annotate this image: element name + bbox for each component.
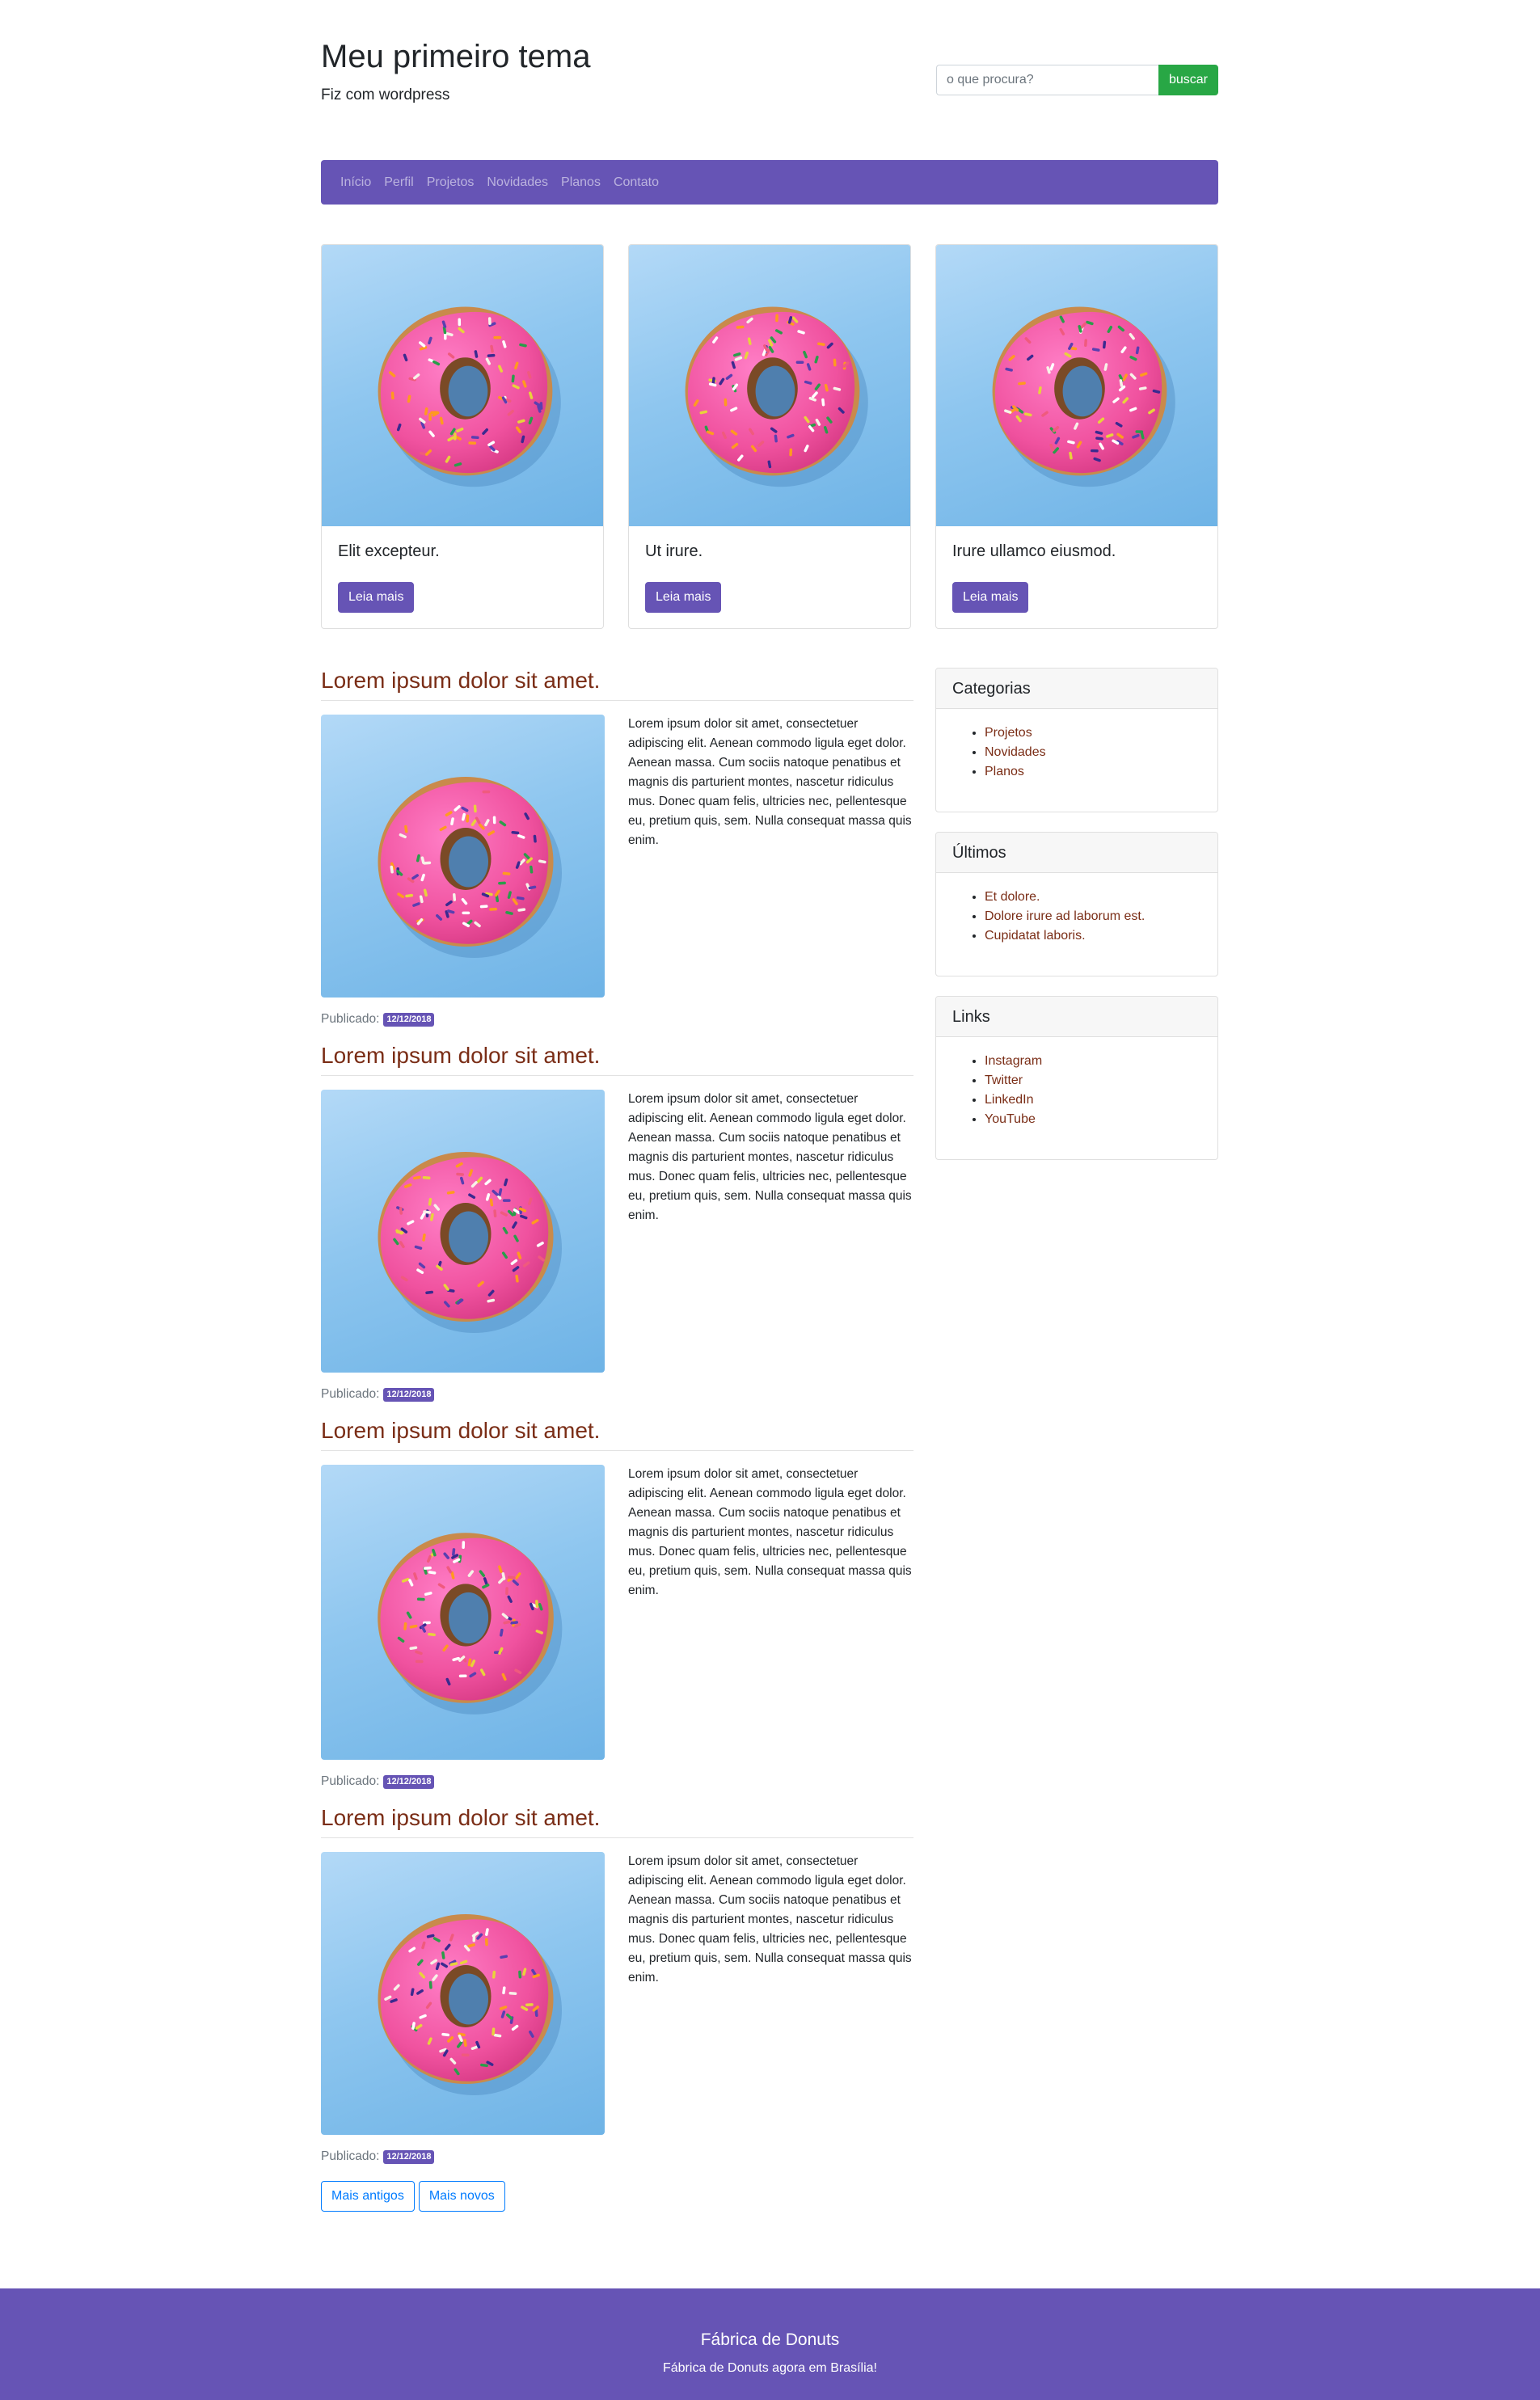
footer-title: Fábrica de Donuts bbox=[700, 2330, 840, 2349]
search-form: buscar bbox=[936, 65, 1218, 95]
post-image[interactable] bbox=[321, 715, 605, 998]
widget-title: Últimos bbox=[936, 833, 1217, 873]
site-footer: Fábrica de Donuts Fábrica de Donuts agor… bbox=[0, 2288, 1540, 2400]
list-item: Planos bbox=[985, 762, 1201, 782]
card-title: Ut irure. bbox=[645, 542, 703, 560]
read-more-button[interactable]: Leia mais bbox=[645, 582, 722, 613]
latest-post-link[interactable]: Cupidatat laboris. bbox=[985, 929, 1086, 943]
published-label: Publicado: bbox=[321, 1774, 380, 1788]
links-list: Instagram Twitter LinkedIn YouTube bbox=[936, 1037, 1217, 1129]
post-excerpt: Lorem ipsum dolor sit amet, consectetuer… bbox=[628, 1092, 912, 1222]
list-item: Instagram bbox=[985, 1052, 1201, 1071]
card-title: Irure ullamco eiusmod. bbox=[952, 542, 1116, 560]
categories-widget: Categorias Projetos Novidades Planos bbox=[935, 668, 1218, 812]
twitter-link[interactable]: Twitter bbox=[985, 1073, 1023, 1087]
search-button[interactable]: buscar bbox=[1158, 65, 1218, 95]
donut-image[interactable] bbox=[322, 245, 603, 526]
site-description: Fiz com wordpress bbox=[321, 86, 450, 103]
nav-item-inicio[interactable]: Início bbox=[334, 160, 378, 205]
latest-post-link[interactable]: Dolore irure ad laborum est. bbox=[985, 909, 1145, 923]
post-meta: Publicado: 12/12/2018 bbox=[321, 1386, 435, 1402]
latest-post-link[interactable]: Et dolore. bbox=[985, 890, 1040, 904]
list-item: Dolore irure ad laborum est. bbox=[985, 907, 1201, 926]
date-badge: 12/12/2018 bbox=[383, 1774, 435, 1789]
pagination: Mais antigos Mais novos bbox=[321, 2181, 505, 2212]
widget-title: Links bbox=[936, 997, 1217, 1037]
youtube-link[interactable]: YouTube bbox=[985, 1112, 1036, 1126]
donut-illustration bbox=[378, 306, 561, 487]
post-excerpt: Lorem ipsum dolor sit amet, consectetuer… bbox=[628, 1467, 912, 1597]
main-navbar: Início Perfil Projetos Novidades Planos … bbox=[321, 160, 1218, 205]
latest-list: Et dolore. Dolore irure ad laborum est. … bbox=[936, 873, 1217, 946]
category-link[interactable]: Novidades bbox=[985, 745, 1046, 759]
links-widget: Links Instagram Twitter LinkedIn YouTube bbox=[935, 996, 1218, 1160]
post-title[interactable]: Lorem ipsum dolor sit amet. bbox=[321, 1417, 600, 1445]
donut-illustration bbox=[378, 1152, 562, 1333]
category-link[interactable]: Planos bbox=[985, 765, 1024, 778]
category-link[interactable]: Projetos bbox=[985, 726, 1032, 740]
list-item: YouTube bbox=[985, 1110, 1201, 1129]
card-title: Elit excepteur. bbox=[338, 542, 440, 560]
list-item: Et dolore. bbox=[985, 888, 1201, 907]
published-label: Publicado: bbox=[321, 1387, 380, 1401]
categories-list: Projetos Novidades Planos bbox=[936, 709, 1217, 782]
post-image[interactable] bbox=[321, 1852, 605, 2135]
list-item: LinkedIn bbox=[985, 1090, 1201, 1110]
donut-illustration bbox=[378, 1533, 563, 1715]
date-badge: 12/12/2018 bbox=[383, 1012, 435, 1027]
donut-illustration bbox=[992, 306, 1175, 487]
divider bbox=[321, 700, 913, 701]
nav-item-novidades[interactable]: Novidades bbox=[480, 160, 555, 205]
read-more-button[interactable]: Leia mais bbox=[338, 582, 415, 613]
donut-illustration bbox=[685, 306, 868, 487]
post-title[interactable]: Lorem ipsum dolor sit amet. bbox=[321, 1042, 600, 1069]
featured-card: Elit excepteur. Leia mais bbox=[321, 244, 604, 629]
instagram-link[interactable]: Instagram bbox=[985, 1054, 1042, 1068]
featured-card: Irure ullamco eiusmod. Leia mais bbox=[935, 244, 1218, 629]
donut-illustration bbox=[378, 1914, 562, 2095]
older-posts-button[interactable]: Mais antigos bbox=[321, 2181, 415, 2212]
divider bbox=[321, 1075, 913, 1076]
nav-item-perfil[interactable]: Perfil bbox=[378, 160, 420, 205]
post-excerpt: Lorem ipsum dolor sit amet, consectetuer… bbox=[628, 717, 912, 847]
post-image[interactable] bbox=[321, 1465, 605, 1760]
post-image[interactable] bbox=[321, 1090, 605, 1373]
nav-item-planos[interactable]: Planos bbox=[555, 160, 607, 205]
date-badge: 12/12/2018 bbox=[383, 1387, 435, 1402]
site-title[interactable]: Meu primeiro tema bbox=[321, 37, 590, 76]
post-title[interactable]: Lorem ipsum dolor sit amet. bbox=[321, 667, 600, 694]
list-item: Novidades bbox=[985, 743, 1201, 762]
divider bbox=[321, 1450, 913, 1451]
search-input[interactable] bbox=[936, 65, 1158, 95]
post-meta: Publicado: 12/12/2018 bbox=[321, 1774, 435, 1790]
post-meta: Publicado: 12/12/2018 bbox=[321, 2149, 435, 2165]
donut-image[interactable] bbox=[629, 245, 910, 526]
newer-posts-button[interactable]: Mais novos bbox=[418, 2181, 505, 2212]
list-item: Twitter bbox=[985, 1071, 1201, 1090]
donut-illustration bbox=[378, 777, 562, 958]
linkedin-link[interactable]: LinkedIn bbox=[985, 1093, 1034, 1107]
nav-item-contato[interactable]: Contato bbox=[607, 160, 665, 205]
nav-item-projetos[interactable]: Projetos bbox=[420, 160, 481, 205]
post-meta: Publicado: 12/12/2018 bbox=[321, 1011, 435, 1027]
post-title[interactable]: Lorem ipsum dolor sit amet. bbox=[321, 1804, 600, 1832]
divider bbox=[321, 1837, 913, 1838]
featured-card: Ut irure. Leia mais bbox=[628, 244, 911, 629]
footer-subtitle: Fábrica de Donuts agora em Brasília! bbox=[662, 2361, 877, 2375]
published-label: Publicado: bbox=[321, 2149, 380, 2163]
read-more-button[interactable]: Leia mais bbox=[952, 582, 1029, 613]
post-excerpt: Lorem ipsum dolor sit amet, consectetuer… bbox=[628, 1854, 912, 1985]
list-item: Projetos bbox=[985, 723, 1201, 743]
list-item: Cupidatat laboris. bbox=[985, 926, 1201, 946]
donut-image[interactable] bbox=[936, 245, 1217, 526]
latest-widget: Últimos Et dolore. Dolore irure ad labor… bbox=[935, 832, 1218, 976]
date-badge: 12/12/2018 bbox=[383, 2149, 435, 2164]
widget-title: Categorias bbox=[936, 669, 1217, 709]
published-label: Publicado: bbox=[321, 1012, 380, 1026]
